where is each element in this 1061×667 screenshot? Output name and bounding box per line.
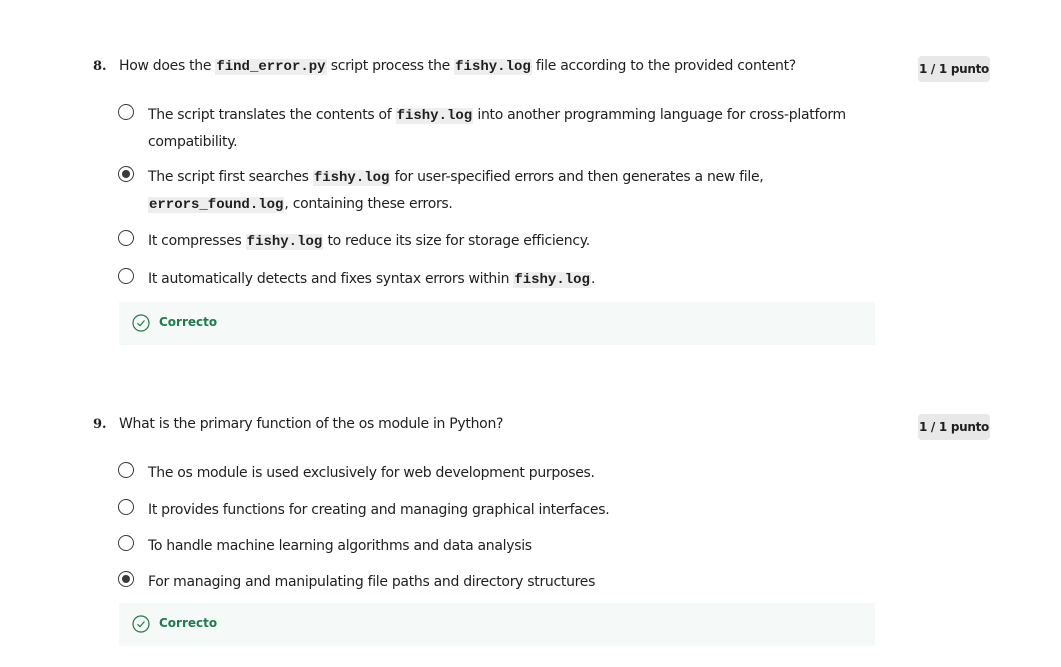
option-label: The script translates the contents of fi… <box>148 102 868 155</box>
code-snippet: fishy.log <box>312 170 391 186</box>
text-segment: What is the primary function of the os m… <box>119 416 504 432</box>
option-label: The os module is used exclusively for we… <box>148 460 868 486</box>
text-segment: , containing these errors. <box>284 196 453 212</box>
option-label: It compresses fishy.log to reduce its si… <box>148 228 868 255</box>
text-segment: It provides functions for creating and m… <box>148 502 610 518</box>
radio-unselected[interactable] <box>118 535 134 551</box>
score-badge: 1 / 1 punto <box>918 56 990 82</box>
feedback-label: Correcto <box>159 616 218 630</box>
option-label: To handle machine learning algorithms an… <box>148 533 868 559</box>
feedback-box: Correcto <box>119 603 875 646</box>
radio-unselected[interactable] <box>118 268 134 284</box>
radio-unselected[interactable] <box>118 462 134 478</box>
text-segment: The os module is used exclusively for we… <box>148 465 595 481</box>
radio-selected[interactable] <box>118 571 134 587</box>
text-segment: How does the <box>119 58 216 74</box>
text-segment: To handle machine learning algorithms an… <box>148 538 532 554</box>
feedback-box: Correcto <box>119 302 875 345</box>
text-segment: The script translates the contents of <box>148 107 396 123</box>
text-segment: . <box>590 271 596 287</box>
text-segment: for user-specified errors and then gener… <box>390 169 764 185</box>
text-segment: It automatically detects and fixes synta… <box>148 271 514 287</box>
score-badge: 1 / 1 punto <box>918 414 990 440</box>
option-label: It provides functions for creating and m… <box>148 497 868 523</box>
code-snippet: fishy.log <box>245 234 324 250</box>
radio-selected[interactable] <box>118 166 134 182</box>
question-number: 8. <box>93 59 107 74</box>
question-text: What is the primary function of the os m… <box>119 416 503 432</box>
text-segment: The script first searches <box>148 169 313 185</box>
code-snippet: fishy.log <box>395 108 474 124</box>
radio-unselected[interactable] <box>118 104 134 120</box>
check-circle-icon <box>132 615 150 633</box>
text-segment: file according to the provided content? <box>531 58 796 74</box>
code-snippet: fishy.log <box>454 59 532 75</box>
code-snippet: find_error.py <box>215 59 327 75</box>
radio-unselected[interactable] <box>118 230 134 246</box>
code-snippet: fishy.log <box>513 272 591 288</box>
feedback-label: Correcto <box>159 315 218 329</box>
question-number: 9. <box>93 417 107 432</box>
code-snippet: errors_found.log <box>148 197 285 213</box>
check-circle-icon <box>132 314 150 332</box>
question-text: How does the find_error.py script proces… <box>119 58 796 75</box>
radio-unselected[interactable] <box>118 499 134 515</box>
text-segment: For managing and manipulating file paths… <box>148 574 596 590</box>
option-label: It automatically detects and fixes synta… <box>148 266 868 293</box>
option-label: For managing and manipulating file paths… <box>148 569 868 595</box>
option-label: The script first searches fishy.log for … <box>148 164 868 218</box>
text-segment: to reduce its size for storage efficienc… <box>323 233 590 249</box>
text-segment: script process the <box>326 58 455 74</box>
text-segment: It compresses <box>148 233 246 249</box>
